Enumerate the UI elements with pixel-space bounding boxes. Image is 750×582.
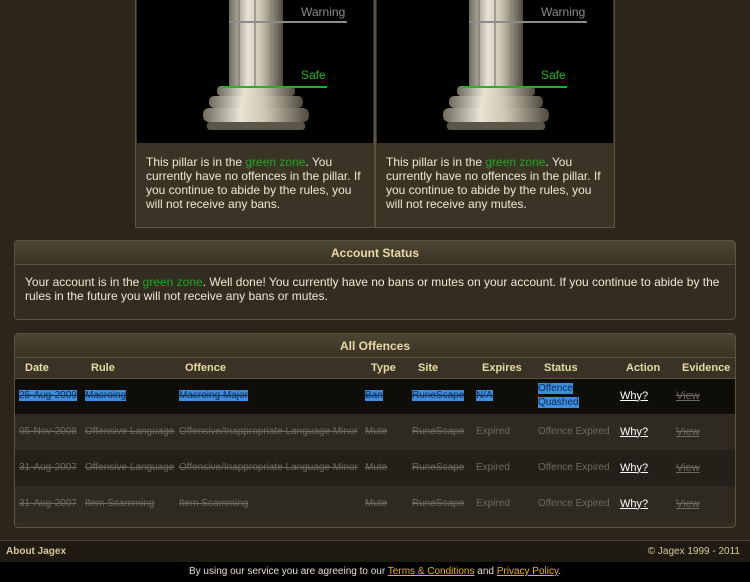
footer-bar: About Jagex © Jagex 1999 - 2011: [0, 540, 750, 562]
green-zone-text: green zone: [142, 275, 203, 289]
offence-expires: Expired: [476, 462, 510, 473]
offence-site: RuneScape: [412, 462, 465, 473]
offence-status: Offence Quashed: [538, 383, 579, 409]
offence-expires: Expired: [476, 426, 510, 437]
offence-date: 31-Aug-2007: [19, 462, 77, 473]
safe-marker-label: Safe: [541, 68, 566, 82]
offence-date: 31-Aug-2007: [19, 498, 77, 509]
copyright-text: © Jagex 1999 - 2011: [647, 546, 740, 557]
account-status-text: Your account is in the green zone. Well …: [25, 275, 720, 303]
view-evidence-link[interactable]: View: [676, 462, 700, 474]
column-header-site: Site: [408, 358, 472, 379]
why-link[interactable]: Why?: [620, 426, 648, 438]
offence-site: RuneScape: [412, 426, 465, 437]
why-link[interactable]: Why?: [620, 462, 648, 474]
offence-name: Offensive/Inappropriate Language Minor: [179, 462, 358, 473]
terms-notice: By using our service you are agreeing to…: [0, 562, 750, 582]
offence-name: Item Scamming: [179, 498, 249, 509]
offence-rule: Macroing: [85, 390, 127, 402]
warning-marker-label: Warning: [301, 5, 346, 19]
offence-site: RuneScape: [412, 498, 465, 509]
mute-pillar-view: Warning Safe: [377, 0, 613, 143]
offence-rule: Offensive Language: [85, 426, 175, 437]
column-header-offence: Offence: [175, 358, 361, 379]
column-header-rule: Rule: [81, 358, 175, 379]
offence-expires: N/A: [476, 390, 493, 402]
table-row: 05-Nov-2008 Offensive Language Offensive…: [15, 414, 735, 450]
column-header-date: Date: [15, 358, 81, 379]
column-header-action: Action: [616, 358, 672, 379]
why-link[interactable]: Why?: [620, 390, 648, 402]
about-jagex-link[interactable]: About Jagex: [6, 546, 66, 557]
all-offences-box: All Offences Date Rule Offence Type Site…: [14, 333, 736, 528]
offence-type: Mute: [365, 462, 388, 473]
column-header-evidence: Evidence: [672, 358, 735, 379]
offence-rule: Item Scamming: [85, 498, 155, 509]
offence-date: 25-Aug-2009: [19, 390, 77, 402]
table-row: 31-Aug-2007 Offensive Language Offensive…: [15, 450, 735, 486]
terms-link[interactable]: Terms & Conditions: [388, 566, 475, 577]
why-link[interactable]: Why?: [620, 498, 648, 510]
offences-table: Date Rule Offence Type Site Expires Stat…: [15, 358, 735, 522]
offence-name: Macroing Major: [179, 390, 248, 402]
offence-type: Mute: [365, 426, 388, 437]
offence-type: Mute: [365, 498, 388, 509]
view-evidence-link[interactable]: View: [676, 426, 700, 438]
table-header-row: Date Rule Offence Type Site Expires Stat…: [15, 358, 735, 379]
safe-marker-label: Safe: [301, 68, 326, 82]
privacy-link[interactable]: Privacy Policy: [497, 566, 559, 577]
mute-pillar-icon: [443, 0, 587, 130]
offence-status: Offence Expired: [538, 462, 610, 473]
warning-marker-label: Warning: [541, 5, 586, 19]
table-row: 31-Aug-2007 Item Scamming Item Scamming …: [15, 486, 735, 522]
ban-pillar-icon: [203, 0, 347, 130]
offence-site: RuneScape: [412, 390, 465, 402]
ban-pillar-view: Warning Safe: [137, 0, 373, 143]
view-evidence-link[interactable]: View: [676, 390, 700, 402]
column-header-expires: Expires: [472, 358, 534, 379]
column-header-type: Type: [361, 358, 408, 379]
green-zone-text: green zone: [485, 155, 546, 169]
ban-pillar-description: This pillar is in the green zone. You cu…: [146, 155, 361, 211]
offence-date: 05-Nov-2008: [19, 426, 77, 437]
account-status-box: Account Status Your account is in the gr…: [14, 240, 736, 320]
mute-pillar-description: This pillar is in the green zone. You cu…: [386, 155, 601, 211]
offence-status: Offence Expired: [538, 426, 610, 437]
table-row: 25-Aug-2009 Macroing Macroing Major Ban …: [15, 378, 735, 414]
offence-rule: Offensive Language: [85, 462, 175, 473]
mute-pillar-panel: Warning Safe This pillar is in the green…: [375, 0, 615, 228]
account-status-title: Account Status: [15, 241, 735, 265]
all-offences-title: All Offences: [15, 334, 735, 358]
offence-type: Ban: [365, 390, 383, 402]
green-zone-text: green zone: [245, 155, 306, 169]
offence-name: Offensive/Inappropriate Language Minor: [179, 426, 358, 437]
offence-expires: Expired: [476, 498, 510, 509]
column-header-status: Status: [534, 358, 616, 379]
view-evidence-link[interactable]: View: [676, 498, 700, 510]
offence-status: Offence Expired: [538, 498, 610, 509]
ban-pillar-panel: Warning Safe This pillar is in the green…: [135, 0, 375, 228]
